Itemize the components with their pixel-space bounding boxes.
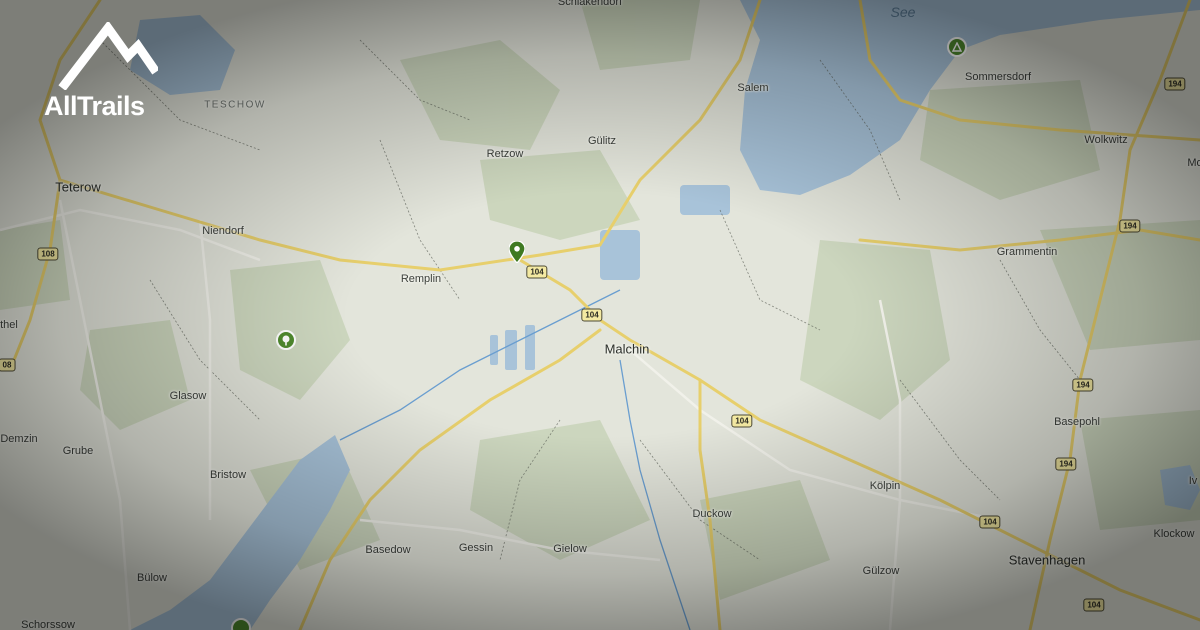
place-label: Duckow: [692, 508, 732, 520]
place-label: Grammentin: [996, 246, 1058, 258]
road-shield: 108: [37, 247, 59, 261]
place-label: Glasow: [169, 390, 207, 402]
road-shield: 194: [1072, 378, 1094, 392]
place-label: Basepohl: [1054, 416, 1100, 428]
road-shield: 104: [526, 265, 548, 279]
road-shield: 194: [1055, 457, 1077, 471]
place-label: Stavenhagen: [1008, 552, 1086, 568]
place-label: Schlakendorf: [557, 0, 623, 8]
place-label: Sommersdorf: [964, 71, 1032, 83]
place-label: Salem: [737, 82, 769, 94]
road-shield: 08: [0, 358, 16, 372]
mountain-logo-icon: [58, 20, 160, 91]
alltrails-logo[interactable]: AllTrails: [44, 20, 174, 122]
place-label: Wolkwitz: [1084, 134, 1128, 146]
place-label: Malchin: [604, 341, 650, 357]
place-label: Niendorf: [202, 225, 244, 237]
place-label: Klockow: [1153, 528, 1195, 540]
tree-icon[interactable]: [276, 330, 296, 350]
map-view[interactable]: See TESCHOW Schlakendorf Sommersdorf Sal…: [0, 0, 1200, 630]
place-label: Gielow: [553, 543, 587, 555]
place-label: Gülzow: [862, 565, 900, 577]
road-shield: 104: [1083, 598, 1105, 612]
logo-text: AllTrails: [44, 91, 145, 121]
place-label: Demzin: [0, 433, 38, 445]
road-shield: 194: [1119, 219, 1141, 233]
road-shield: 104: [979, 515, 1001, 529]
road-shield: 104: [581, 308, 603, 322]
place-label: Bristow: [209, 469, 247, 481]
place-label: Gülitz: [587, 135, 617, 147]
place-label: Remplin: [400, 273, 442, 285]
road-shield: 104: [731, 414, 753, 428]
place-label: Iv: [1188, 475, 1198, 487]
road-shield: 194: [1164, 77, 1186, 91]
place-label: Bülow: [137, 572, 167, 584]
place-label: Retzow: [486, 148, 524, 160]
place-label: Kölpin: [869, 480, 901, 492]
place-label: Basedow: [365, 544, 411, 556]
place-label: Teterow: [55, 179, 101, 195]
place-label: Mo: [1187, 157, 1200, 169]
place-label: Gessin: [458, 542, 494, 554]
place-label: Schorssow: [21, 619, 75, 630]
water-label: See: [890, 4, 916, 20]
trail-pin-icon[interactable]: [508, 240, 526, 268]
place-label: thel: [0, 319, 18, 331]
region-label: TESCHOW: [204, 99, 266, 111]
place-label: Grube: [62, 445, 94, 457]
campground-icon[interactable]: [947, 37, 967, 57]
